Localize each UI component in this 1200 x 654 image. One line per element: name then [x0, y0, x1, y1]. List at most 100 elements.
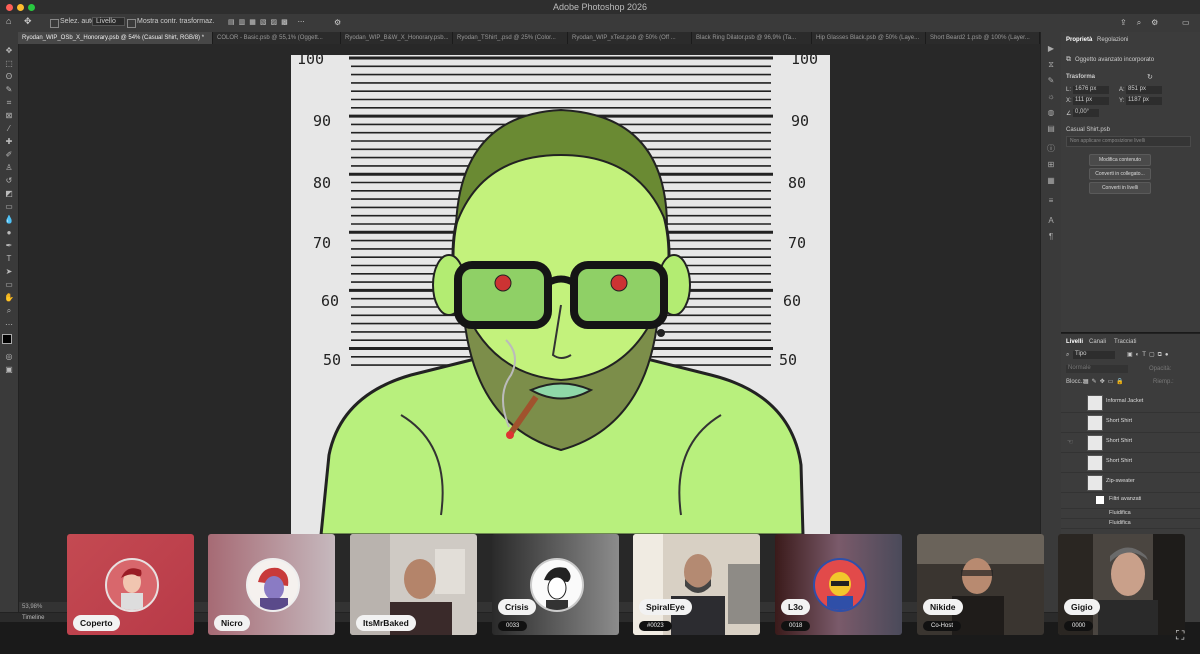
gradient-tool-icon[interactable]: ▭: [3, 202, 15, 212]
align-icons[interactable]: ▤▥▦▧▨▩ ⋯: [228, 18, 309, 26]
participant-tile-nikide[interactable]: Nikide Co-Host: [917, 534, 1044, 635]
tab-tshirt[interactable]: Ryodan_TShirt_.psd @ 25% (Color...: [453, 32, 568, 44]
layer-row[interactable]: Informal Jacket: [1061, 392, 1200, 413]
participant-tile-coperto[interactable]: Coperto: [67, 534, 194, 635]
tab-casual-shirt[interactable]: Ryodan_WIP_OSb_X_Honorary.psb @ 54% (Cas…: [18, 32, 213, 44]
layer-row[interactable]: Short Shirt: [1061, 412, 1200, 433]
tab-channels[interactable]: Canali: [1089, 339, 1106, 345]
convert-to-layers-button[interactable]: Converti in livelli: [1089, 182, 1151, 194]
tab-layers[interactable]: Livelli: [1066, 339, 1083, 345]
share-search-icons[interactable]: ⇪⌕⚙: [1120, 18, 1168, 28]
navigator-icon[interactable]: ⊞: [1046, 160, 1056, 170]
auto-select-checkbox[interactable]: [50, 19, 59, 28]
layer-row[interactable]: Short Shirt: [1061, 452, 1200, 473]
participant-tile-spiraleye[interactable]: SpiralEye #0023: [633, 534, 760, 635]
foreground-color-swatch[interactable]: [2, 334, 12, 344]
more-tools-icon[interactable]: ⋯: [3, 320, 15, 330]
history-brush-tool-icon[interactable]: ↺: [3, 176, 15, 186]
healing-tool-icon[interactable]: ✚: [3, 137, 15, 147]
quick-select-tool-icon[interactable]: ✎: [3, 85, 15, 95]
auto-select-dropdown[interactable]: Livello: [92, 17, 125, 26]
path-select-tool-icon[interactable]: ➤: [3, 267, 15, 277]
pen-tool-icon[interactable]: ✒: [3, 241, 15, 251]
tab-color-basic[interactable]: COLOR - Basic.psb @ 55,1% (Oggett...: [213, 32, 341, 44]
styles-icon[interactable]: ◍: [1046, 108, 1056, 118]
zoom-level[interactable]: 53,98%: [22, 604, 42, 610]
frame-tool-icon[interactable]: ⊠: [3, 111, 15, 121]
character-icon[interactable]: A: [1046, 216, 1056, 226]
tab-hip-glasses[interactable]: Hip Glasses Black.psb @ 50% (Laye...: [812, 32, 926, 44]
marquee-tool-icon[interactable]: ⬚: [3, 59, 15, 69]
crop-tool-icon[interactable]: ⌗: [3, 98, 15, 108]
quick-mask-icon[interactable]: ◎: [3, 352, 15, 362]
lasso-tool-icon[interactable]: ʘ: [3, 72, 15, 82]
tab-short-beard[interactable]: Short Beard2 1.psb @ 100% (Layer...: [926, 32, 1040, 44]
tab-bw-honorary[interactable]: Ryodan_WIP_B&W_X_Honorary.psb...: [341, 32, 453, 44]
tab-properties[interactable]: Proprietà: [1066, 37, 1092, 43]
lock-icons[interactable]: ▦✎✥▭🔒: [1083, 378, 1127, 385]
paragraph-icon[interactable]: ¶: [1046, 232, 1056, 242]
layer-comp-dropdown[interactable]: Non applicare composizione livelli: [1066, 136, 1191, 147]
filter-type-icons[interactable]: ▣◐T▢⧉●: [1127, 351, 1172, 359]
reset-transform-icon[interactable]: ↻: [1147, 73, 1153, 81]
home-icon[interactable]: ⌂: [6, 16, 11, 26]
adjustments-icon[interactable]: ☼: [1046, 92, 1056, 102]
hand-cursor-icon: ☜: [1067, 439, 1074, 446]
smart-filters-row[interactable]: Filtri avanzati: [1061, 492, 1200, 509]
tab-xtest[interactable]: Ryodan_WIP_xTest.psb @ 50% (Off ...: [568, 32, 692, 44]
tab-black-ring[interactable]: Black Ring Dilator.psb @ 96,9% (Ta...: [692, 32, 812, 44]
edit-contents-button[interactable]: Modifica contenuto: [1089, 154, 1151, 166]
settings-gear-icon[interactable]: ⚙: [334, 18, 341, 27]
height-field[interactable]: 851 px: [1126, 86, 1162, 94]
filter-kind-dropdown[interactable]: Tipo: [1073, 351, 1115, 359]
move-tool-icon[interactable]: ✥: [3, 46, 15, 56]
blend-mode-dropdown[interactable]: Normale: [1066, 365, 1128, 373]
tab-adjustments[interactable]: Regolazioni: [1097, 37, 1128, 43]
participant-tile-l3o[interactable]: L3o 0018: [775, 534, 902, 635]
history-icon[interactable]: ⧖: [1046, 60, 1056, 70]
workspace-icon[interactable]: ▭: [1182, 18, 1190, 27]
width-field[interactable]: 1676 px: [1073, 86, 1109, 94]
filter-row[interactable]: Fluidifica: [1061, 518, 1200, 529]
shape-tool-icon[interactable]: ▭: [3, 280, 15, 290]
move-tool-icon[interactable]: ✥: [24, 16, 32, 27]
x-field[interactable]: 111 px: [1073, 97, 1109, 105]
properties-icon[interactable]: ≡: [1046, 196, 1056, 206]
play-actions-icon[interactable]: ▶: [1046, 44, 1056, 54]
minimize-window-button[interactable]: [17, 4, 24, 11]
layer-name: Short Shirt: [1106, 418, 1132, 424]
eraser-tool-icon[interactable]: ◩: [3, 189, 15, 199]
participant-tile-nicro[interactable]: Nicro: [208, 534, 335, 635]
brush-tool-icon[interactable]: ✐: [3, 150, 15, 160]
zoom-tool-icon[interactable]: ⌕: [3, 306, 15, 316]
opacity-label: Opacità:: [1149, 366, 1172, 372]
close-window-button[interactable]: [6, 4, 13, 11]
dodge-tool-icon[interactable]: ●: [3, 228, 15, 238]
blur-tool-icon[interactable]: 💧: [3, 215, 15, 225]
fullscreen-icon[interactable]: ⛶: [1176, 628, 1184, 643]
hand-tool-icon[interactable]: ✋: [3, 293, 15, 303]
participant-tile-itsmrbaked[interactable]: ItsMrBaked: [350, 534, 477, 635]
layer-row[interactable]: ☜ Short Shirt: [1061, 432, 1200, 453]
participant-tile-crisis[interactable]: Crisis 0033: [492, 534, 619, 635]
stamp-tool-icon[interactable]: ♙: [3, 163, 15, 173]
participant-tile-gigio[interactable]: Gigio 0000: [1058, 534, 1185, 635]
transform-controls-checkbox[interactable]: [127, 19, 136, 28]
timeline-label[interactable]: Timeline: [22, 615, 44, 621]
angle-field[interactable]: 0,00°: [1073, 109, 1099, 117]
swatches-icon[interactable]: ▦: [1046, 176, 1056, 186]
info-icon[interactable]: ⓘ: [1046, 144, 1056, 154]
brush-settings-icon[interactable]: ✎: [1046, 76, 1056, 86]
convert-to-linked-button[interactable]: Converti in collegato...: [1089, 168, 1151, 180]
tab-paths[interactable]: Tracciati: [1114, 339, 1136, 345]
layer-row[interactable]: Zip-sweater: [1061, 472, 1200, 493]
title-bar: Adobe Photoshop 2026: [0, 0, 1200, 14]
participant-name: L3o: [781, 599, 811, 615]
mugshot-artwork[interactable]: 100 90 80 70 60 50 100 90 80 70 60 50: [291, 55, 830, 535]
libraries-icon[interactable]: ▤: [1046, 124, 1056, 134]
y-field[interactable]: 1187 px: [1126, 97, 1162, 105]
zoom-window-button[interactable]: [28, 4, 35, 11]
eyedropper-tool-icon[interactable]: ⁄: [3, 124, 15, 134]
screen-mode-icon[interactable]: ▣: [3, 365, 15, 375]
type-tool-icon[interactable]: T: [3, 254, 15, 264]
